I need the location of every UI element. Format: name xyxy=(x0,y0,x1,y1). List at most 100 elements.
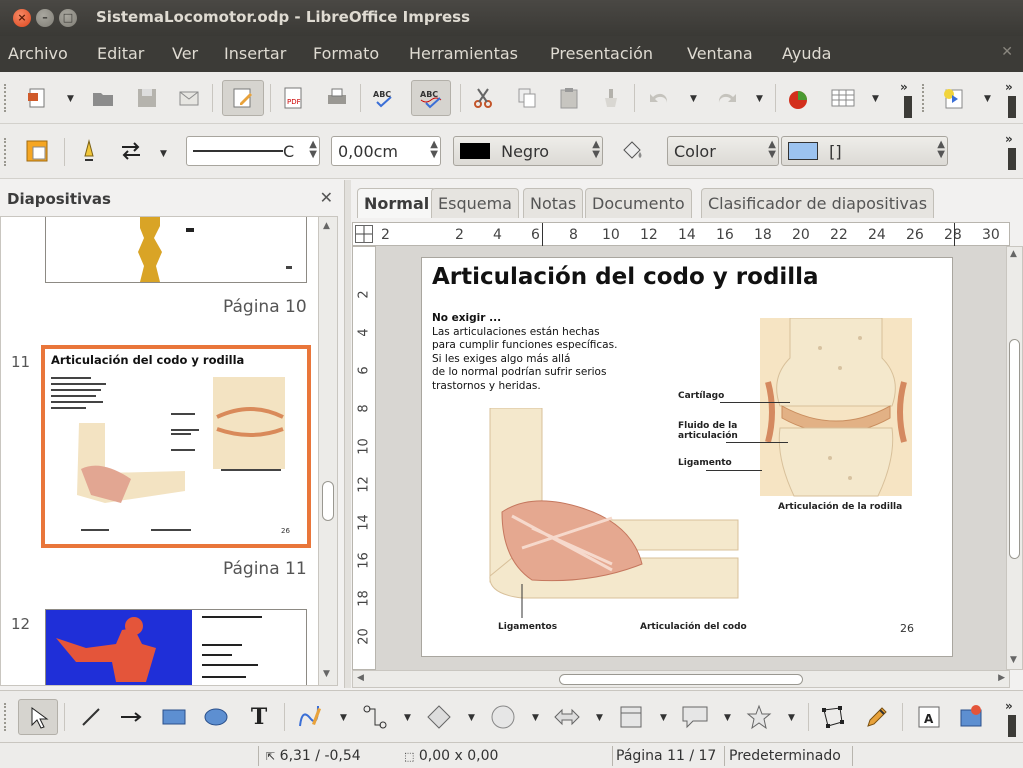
clone-formatting-icon[interactable] xyxy=(596,83,626,113)
toolbar-overflow-icon[interactable]: » xyxy=(1005,699,1013,713)
menu-archivo[interactable]: Archivo xyxy=(8,44,68,63)
window-maximize-button[interactable]: □ xyxy=(59,9,77,27)
slide-body-text[interactable]: No exigir ... Las articulaciones están h… xyxy=(432,312,617,393)
chevron-down-icon[interactable]: ▼ xyxy=(872,94,879,104)
scroll-left-icon[interactable]: ◀ xyxy=(357,673,364,683)
slide-title[interactable]: Articulación del codo y rodilla xyxy=(432,264,819,290)
save-icon[interactable] xyxy=(132,83,162,113)
horizontal-ruler[interactable]: 2 2 4 6 8 10 12 14 16 18 20 22 24 26 28 … xyxy=(352,222,1010,247)
print-icon[interactable] xyxy=(322,83,352,113)
menu-herramientas[interactable]: Herramientas xyxy=(409,44,518,63)
toolbar-overflow-icon[interactable]: » xyxy=(900,80,908,94)
tab-clasificador[interactable]: Clasificador de diapositivas xyxy=(701,188,935,218)
menu-insertar[interactable]: Insertar xyxy=(224,44,286,63)
spellcheck-icon[interactable]: ABC xyxy=(369,83,399,113)
slide-11[interactable]: Articulación del codo y rodilla No exigi… xyxy=(422,258,952,656)
chevron-down-icon[interactable]: ▼ xyxy=(67,94,74,104)
scroll-up-icon[interactable]: ▲ xyxy=(1010,249,1017,259)
scrollbar-thumb[interactable] xyxy=(1009,339,1020,559)
select-arrow-icon[interactable] xyxy=(18,699,58,735)
text-tool-icon[interactable]: T xyxy=(244,702,274,732)
ruler-origin-icon[interactable] xyxy=(355,225,373,243)
toolbar-overflow-icon[interactable]: » xyxy=(1005,132,1013,146)
symbol-shapes-icon[interactable] xyxy=(488,702,518,732)
slide-thumbnail-11[interactable]: Articulación del codo y rodilla 26 xyxy=(41,345,311,548)
slide-thumbnail-12[interactable] xyxy=(45,609,307,685)
new-document-icon[interactable] xyxy=(22,83,52,113)
arrow-line-tool-icon[interactable] xyxy=(117,702,147,732)
chart-icon[interactable] xyxy=(784,83,814,113)
chevron-down-icon[interactable]: ▼ xyxy=(596,713,603,723)
vertical-scrollbar[interactable]: ▲ ▼ xyxy=(1006,246,1023,670)
area-color-select[interactable]: [] ▲ ▼ xyxy=(781,136,948,166)
edit-mode-icon[interactable] xyxy=(222,80,264,116)
tab-notas[interactable]: Notas xyxy=(523,188,584,218)
autospellcheck-icon[interactable]: ABC xyxy=(411,80,451,116)
table-icon[interactable] xyxy=(828,83,858,113)
window-close-button[interactable]: × xyxy=(13,9,31,27)
star-shapes-icon[interactable] xyxy=(744,702,774,732)
rectangle-tool-icon[interactable] xyxy=(159,702,189,732)
menu-ventana[interactable]: Ventana xyxy=(687,44,753,63)
chevron-down-icon[interactable]: ▼ xyxy=(660,713,667,723)
fontwork-icon[interactable]: A xyxy=(914,702,944,732)
line-width-input[interactable]: 0,00cm ▲ ▼ xyxy=(331,136,441,166)
toolbar-grip-icon[interactable] xyxy=(4,84,8,112)
menu-presentacion[interactable]: Presentación xyxy=(550,44,653,63)
line-style-select[interactable]: C ▲ ▼ xyxy=(186,136,320,166)
line-color-select[interactable]: Negro ▲ ▼ xyxy=(453,136,603,166)
callouts-icon[interactable] xyxy=(680,702,710,732)
menu-ver[interactable]: Ver xyxy=(172,44,198,63)
tab-documento[interactable]: Documento xyxy=(585,188,692,218)
points-icon[interactable] xyxy=(818,702,848,732)
knee-illustration[interactable] xyxy=(760,318,912,498)
from-file-image-icon[interactable] xyxy=(956,702,986,732)
scroll-down-icon[interactable]: ▼ xyxy=(1010,655,1017,665)
line-icon[interactable] xyxy=(74,136,104,166)
window-minimize-button[interactable]: – xyxy=(36,9,54,27)
chevron-down-icon[interactable]: ▼ xyxy=(532,713,539,723)
area-style-select[interactable]: Color ▲ ▼ xyxy=(667,136,779,166)
flowchart-icon[interactable] xyxy=(616,702,646,732)
block-arrows-icon[interactable] xyxy=(552,702,582,732)
fill-bucket-icon[interactable] xyxy=(618,136,648,166)
spinner-icon[interactable]: ▲ ▼ xyxy=(937,140,945,160)
arrow-style-icon[interactable] xyxy=(116,136,146,166)
close-document-icon[interactable]: ✕ xyxy=(1001,44,1013,60)
undo-icon[interactable] xyxy=(644,83,674,113)
menu-editar[interactable]: Editar xyxy=(97,44,144,63)
chevron-down-icon[interactable]: ▼ xyxy=(404,713,411,723)
tab-normal[interactable]: Normal xyxy=(357,188,437,218)
scroll-up-icon[interactable]: ▲ xyxy=(323,221,330,231)
vertical-ruler[interactable]: 2 4 6 8 10 12 14 16 18 20 xyxy=(352,246,376,670)
chevron-down-icon[interactable]: ▼ xyxy=(468,713,475,723)
scroll-down-icon[interactable]: ▼ xyxy=(323,669,330,679)
connector-tool-icon[interactable] xyxy=(360,702,390,732)
line-tool-icon[interactable] xyxy=(76,702,106,732)
chevron-down-icon[interactable]: ▼ xyxy=(340,713,347,723)
slide-thumbnail-10[interactable] xyxy=(45,217,307,283)
toolbar-overflow-icon[interactable]: » xyxy=(1005,80,1013,94)
cut-icon[interactable] xyxy=(468,83,498,113)
chevron-down-icon[interactable]: ▼ xyxy=(724,713,731,723)
chevron-down-icon[interactable]: ▼ xyxy=(160,149,167,159)
paste-icon[interactable] xyxy=(554,83,584,113)
chevron-down-icon[interactable]: ▼ xyxy=(756,94,763,104)
glue-points-icon[interactable] xyxy=(862,702,892,732)
spinner-icon[interactable]: ▲ ▼ xyxy=(592,140,600,160)
horizontal-scrollbar[interactable]: ◀ ▶ xyxy=(352,670,1010,688)
scroll-right-icon[interactable]: ▶ xyxy=(998,673,1005,683)
layout-indicator[interactable]: Predeterminado xyxy=(729,748,841,764)
spinner-icon[interactable]: ▲ ▼ xyxy=(309,140,317,160)
basic-shapes-icon[interactable] xyxy=(424,702,454,732)
redo-icon[interactable] xyxy=(712,83,742,113)
curve-tool-icon[interactable] xyxy=(294,702,324,732)
chevron-down-icon[interactable]: ▼ xyxy=(984,94,991,104)
spinner-icon[interactable]: ▲ ▼ xyxy=(768,140,776,160)
slides-list[interactable]: Página 10 11 Articulación del codo y rod… xyxy=(0,216,320,686)
styles-icon[interactable] xyxy=(22,136,52,166)
tab-esquema[interactable]: Esquema xyxy=(431,188,519,218)
ellipse-tool-icon[interactable] xyxy=(201,702,231,732)
navigator-icon[interactable] xyxy=(938,83,968,113)
email-icon[interactable] xyxy=(174,83,204,113)
